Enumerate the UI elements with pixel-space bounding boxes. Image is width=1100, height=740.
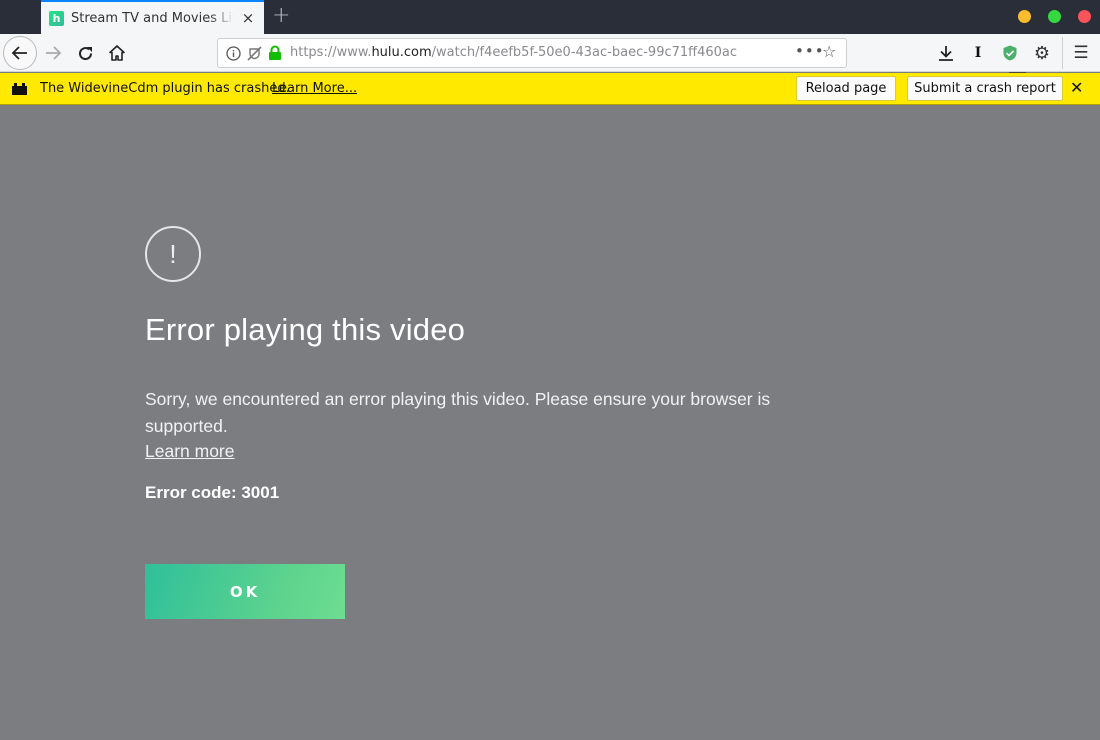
back-button[interactable] xyxy=(3,36,37,70)
error-code: Error code: 3001 xyxy=(145,483,280,502)
new-tab-button[interactable]: + xyxy=(272,3,290,28)
hulu-favicon-icon: h xyxy=(49,10,64,26)
lock-icon[interactable] xyxy=(268,45,282,61)
ok-button[interactable]: OK xyxy=(145,564,345,619)
settings-gear-icon[interactable]: ⚙ xyxy=(1032,43,1052,64)
alert-exclamation-icon: ! xyxy=(145,226,201,282)
submit-crash-report-button[interactable]: Submit a crash report xyxy=(907,76,1063,101)
tab-bar: h Stream TV and Movies Live and Online |… xyxy=(0,0,1100,34)
close-tab-icon[interactable]: × xyxy=(240,9,256,27)
arrow-right-icon xyxy=(46,46,62,60)
tracking-protection-icon[interactable] xyxy=(247,45,262,61)
download-icon xyxy=(939,46,953,61)
arrow-left-icon xyxy=(11,46,27,60)
home-button[interactable] xyxy=(107,43,127,63)
bookmark-star-icon[interactable]: ☆ xyxy=(822,42,836,61)
video-error-panel: ! Error playing this video Sorry, we enc… xyxy=(0,105,1100,740)
extension-i-button[interactable]: I xyxy=(968,43,988,63)
minimize-window-button[interactable] xyxy=(1018,10,1031,23)
crash-message: The WidevineCdm plugin has crashed. xyxy=(40,81,290,96)
url-text[interactable]: https://www.hulu.com/watch/f4eefb5f-50e0… xyxy=(290,45,737,60)
navigation-bar: https://www.hulu.com/watch/f4eefb5f-50e0… xyxy=(0,34,1100,85)
plugin-icon xyxy=(12,83,27,95)
info-icon[interactable] xyxy=(226,45,241,61)
page-actions-more-icon[interactable]: ••• xyxy=(795,42,825,60)
downloads-button[interactable] xyxy=(936,43,956,63)
privacy-extension-button[interactable] xyxy=(1000,43,1020,63)
shield-icon xyxy=(1003,45,1017,61)
error-title: Error playing this video xyxy=(145,312,466,347)
url-path: /watch/f4eefb5f-50e0-43ac-baec-99c71ff46… xyxy=(431,45,738,60)
home-icon xyxy=(109,45,125,61)
reload-button[interactable] xyxy=(75,43,95,63)
plugin-crash-notification: The WidevineCdm plugin has crashed. Lear… xyxy=(0,73,1100,105)
url-bar[interactable]: https://www.hulu.com/watch/f4eefb5f-50e0… xyxy=(217,38,847,68)
toolbar-separator xyxy=(1062,37,1063,69)
error-description: Sorry, we encountered an error playing t… xyxy=(145,389,771,436)
hamburger-menu-icon[interactable]: ☰ xyxy=(1071,43,1091,63)
maximize-window-button[interactable] xyxy=(1048,10,1061,23)
tab-hulu[interactable]: h Stream TV and Movies Live and Online |… xyxy=(41,0,264,34)
tab-title: Stream TV and Movies Live and Online | H… xyxy=(71,10,234,26)
close-notification-icon[interactable]: ✕ xyxy=(1070,78,1083,97)
reload-icon xyxy=(78,46,92,60)
learn-more-link[interactable]: Learn more xyxy=(145,441,235,462)
forward-button[interactable] xyxy=(43,43,63,63)
close-window-button[interactable] xyxy=(1078,10,1091,23)
url-prefix: https://www. xyxy=(290,45,372,60)
reload-page-button[interactable]: Reload page xyxy=(796,76,896,101)
url-domain: hulu.com xyxy=(371,45,432,60)
crash-learn-more-link[interactable]: Learn More... xyxy=(272,81,357,96)
